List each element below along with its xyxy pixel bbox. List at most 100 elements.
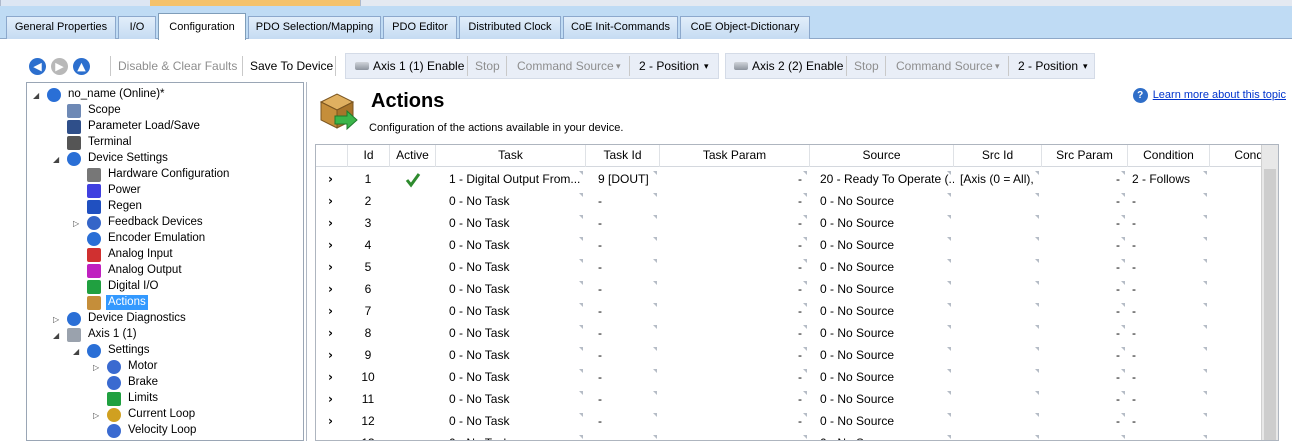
cell-task_param[interactable]: - [660, 344, 810, 366]
cell-src_param[interactable]: - [1042, 300, 1128, 322]
active-cell[interactable] [390, 410, 436, 432]
cell-task_id[interactable]: - [586, 278, 660, 300]
cell-src_param[interactable]: - [1042, 278, 1128, 300]
table-row[interactable]: › 1 1 - Digital Output From... 9 [DOUT] -20 … [316, 168, 1278, 190]
cell-src_param[interactable]: - [1042, 212, 1128, 234]
row-expand-icon[interactable]: › [328, 278, 333, 300]
cell-condition[interactable]: - [1128, 234, 1210, 256]
cell-task_param[interactable]: - [660, 256, 810, 278]
active-cell[interactable] [390, 344, 436, 366]
axis1-stop-button[interactable]: Stop [475, 53, 500, 79]
cell-task_param[interactable]: - [660, 190, 810, 212]
axis1-mode-dropdown[interactable]: 2 - Position [639, 53, 699, 79]
active-cell[interactable] [390, 234, 436, 256]
active-cell[interactable] [390, 432, 436, 440]
cell-condition[interactable]: - [1128, 300, 1210, 322]
table-row[interactable]: › 4 0 - No Task - -0 - No Source - - [316, 234, 1278, 256]
cell-src_id[interactable] [954, 344, 1042, 366]
cell-task[interactable]: 0 - No Task [436, 366, 586, 388]
table-row[interactable]: › 12 0 - No Task - -0 - No Source - - [316, 410, 1278, 432]
axis1-enable-button[interactable]: Axis 1 (1) Enable [373, 53, 464, 79]
cell-condition[interactable]: - [1128, 212, 1210, 234]
table-row[interactable]: › 9 0 - No Task - -0 - No Source - - [316, 344, 1278, 366]
cell-source[interactable]: 0 - No Source [810, 190, 954, 212]
cell-task[interactable]: 0 - No Task [436, 322, 586, 344]
cell-source[interactable]: 0 - No Source [810, 322, 954, 344]
cell-source[interactable]: 0 - No Source [810, 256, 954, 278]
cell-task_id[interactable]: - [586, 300, 660, 322]
column-header[interactable]: Id [348, 145, 390, 167]
table-row[interactable]: › 11 0 - No Task - -0 - No Source - - [316, 388, 1278, 410]
active-cell[interactable] [390, 190, 436, 212]
column-header[interactable]: Task Param [660, 145, 810, 167]
cell-condition[interactable]: - [1128, 256, 1210, 278]
cell-task_param[interactable]: - [660, 278, 810, 300]
cell-task[interactable]: 0 - No Task [436, 388, 586, 410]
row-expand-icon[interactable]: › [328, 410, 333, 432]
cell-src_param[interactable]: - [1042, 432, 1128, 440]
disable-clear-faults-button[interactable]: Disable & Clear Faults [118, 53, 237, 79]
row-expand-icon[interactable]: › [328, 432, 333, 440]
cell-src_id[interactable] [954, 410, 1042, 432]
table-row[interactable]: › 10 0 - No Task - -0 - No Source - - [316, 366, 1278, 388]
cell-src_param[interactable]: - [1042, 388, 1128, 410]
row-expand-icon[interactable]: › [328, 300, 333, 322]
learn-more-link[interactable]: ? Learn more about this topic [1132, 88, 1286, 103]
tab-coe-init-commands[interactable]: CoE Init-Commands [563, 16, 678, 39]
cell-task[interactable]: 0 - No Task [436, 432, 586, 440]
cell-src_id[interactable] [954, 432, 1042, 440]
axis2-mode-dropdown[interactable]: 2 - Position [1018, 53, 1078, 79]
cell-task_id[interactable]: - [586, 410, 660, 432]
row-expand-icon[interactable]: › [328, 212, 333, 234]
cell-src_id[interactable] [954, 212, 1042, 234]
cell-task_param[interactable]: - [660, 366, 810, 388]
tab-pdo-editor[interactable]: PDO Editor [383, 16, 457, 39]
column-header[interactable]: Src Id [954, 145, 1042, 167]
tree-collapse-icon[interactable]: ◢ [33, 91, 42, 100]
column-header[interactable]: Src Param [1042, 145, 1128, 167]
axis2-command-source-dropdown[interactable]: Command Source [896, 53, 993, 79]
row-expand-icon[interactable]: › [328, 388, 333, 410]
active-cell[interactable] [390, 212, 436, 234]
table-row[interactable]: › 7 0 - No Task - -0 - No Source - - [316, 300, 1278, 322]
axis1-command-source-dropdown[interactable]: Command Source [517, 53, 614, 79]
cell-task_param[interactable]: - [660, 388, 810, 410]
tree-expand-icon[interactable]: ▷ [93, 363, 102, 372]
tree-expand-icon[interactable]: ▷ [93, 411, 102, 420]
active-cell[interactable] [390, 322, 436, 344]
tab-configuration[interactable]: Configuration [158, 13, 246, 40]
row-expand-icon[interactable]: › [328, 344, 333, 366]
column-header[interactable]: Condition [1128, 145, 1210, 167]
cell-src_param[interactable]: - [1042, 190, 1128, 212]
cell-task_param[interactable]: - [660, 212, 810, 234]
cell-src_param[interactable]: - [1042, 410, 1128, 432]
tree-expand-icon[interactable]: ▷ [73, 219, 82, 228]
cell-task_id[interactable]: - [586, 366, 660, 388]
active-cell[interactable] [390, 388, 436, 410]
cell-source[interactable]: 20 - Ready To Operate (... [810, 168, 954, 190]
cell-task[interactable]: 0 - No Task [436, 190, 586, 212]
cell-task_id[interactable]: - [586, 234, 660, 256]
cell-condition[interactable]: - [1128, 388, 1210, 410]
cell-source[interactable]: 0 - No Source [810, 410, 954, 432]
tab-io[interactable]: I/O [118, 16, 156, 39]
cell-source[interactable]: 0 - No Source [810, 212, 954, 234]
cell-task[interactable]: 1 - Digital Output From... [436, 168, 586, 190]
scrollbar-thumb[interactable] [1264, 169, 1276, 440]
cell-task[interactable]: 0 - No Task [436, 234, 586, 256]
cell-task[interactable]: 0 - No Task [436, 344, 586, 366]
table-row[interactable]: ›130 - No Task--0 - No Source-- [316, 432, 1278, 440]
axis2-enable-button[interactable]: Axis 2 (2) Enable [752, 53, 843, 79]
cell-src_id[interactable] [954, 322, 1042, 344]
cell-src_id[interactable] [954, 366, 1042, 388]
cell-task_param[interactable]: - [660, 300, 810, 322]
cell-src_id[interactable]: [Axis (0 = All), [954, 168, 1042, 190]
cell-src_id[interactable] [954, 388, 1042, 410]
cell-condition[interactable]: - [1128, 410, 1210, 432]
row-expand-icon[interactable]: › [328, 322, 333, 344]
tab-pdo-selection-mapping[interactable]: PDO Selection/Mapping [248, 16, 381, 39]
cell-source[interactable]: 0 - No Source [810, 388, 954, 410]
cell-task_id[interactable]: - [586, 388, 660, 410]
back-icon[interactable]: ◀ [29, 58, 46, 75]
cell-src_id[interactable] [954, 256, 1042, 278]
